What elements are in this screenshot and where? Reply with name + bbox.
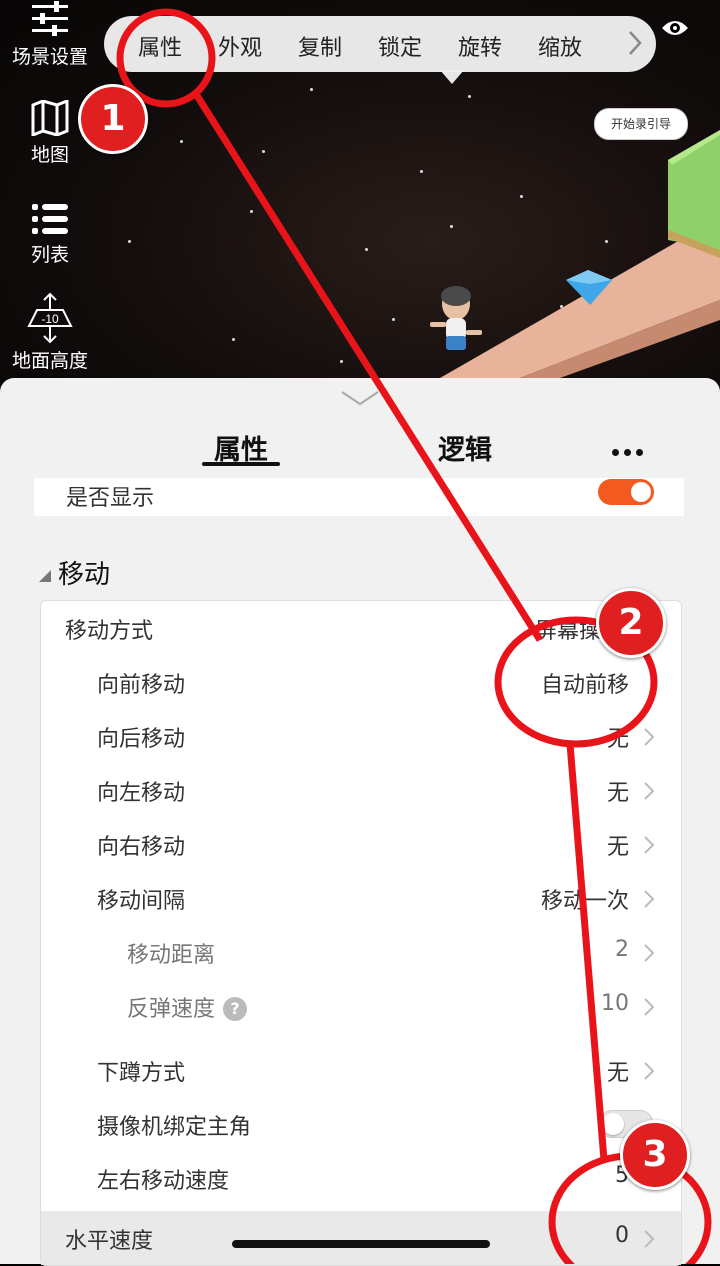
row-right[interactable]: 向右移动 无 xyxy=(41,817,681,871)
row-forward[interactable]: 向前移动 自动前移 xyxy=(41,655,681,709)
tab-appearance[interactable]: 外观 xyxy=(218,30,262,62)
row-label: 下蹲方式 xyxy=(97,1061,186,1086)
chevron-right-icon xyxy=(644,782,655,800)
row-value: 移动一次 xyxy=(540,889,629,914)
row-value: 10 xyxy=(601,991,629,1016)
row-label-text: 反弹速度 xyxy=(127,997,216,1022)
annotation-badge-3: 3 xyxy=(620,1120,690,1190)
row-value: 自动前移 xyxy=(540,673,629,698)
section-move-title[interactable]: 移动 xyxy=(38,554,110,591)
ground-height-icon: -10 xyxy=(27,292,73,344)
eye-icon[interactable] xyxy=(660,16,690,40)
chevron-down-icon[interactable] xyxy=(340,388,380,408)
tab-underline xyxy=(202,462,280,466)
visible-toggle[interactable] xyxy=(598,479,654,505)
object-toolbar: 属性 外观 复制 锁定 旋转 缩放 xyxy=(104,16,656,84)
row-label: 移动距离 xyxy=(127,943,216,968)
tab-lock[interactable]: 锁定 xyxy=(378,30,422,62)
sliders-icon xyxy=(32,1,68,36)
section-move-label: 移动 xyxy=(58,560,111,590)
row-label: 向左移动 xyxy=(97,781,186,806)
row-horizontal-speed[interactable]: 水平速度 0 xyxy=(41,1211,681,1265)
chevron-right-icon xyxy=(644,1230,655,1248)
visible-row-label: 是否显示 xyxy=(66,486,155,511)
scene-settings-button[interactable]: 场景设置 xyxy=(0,0,100,69)
home-indicator[interactable] xyxy=(232,1240,490,1248)
chevron-right-icon xyxy=(644,728,655,746)
chevron-right-icon[interactable] xyxy=(628,30,642,56)
tab-copy[interactable]: 复制 xyxy=(298,30,342,62)
chevron-right-icon xyxy=(644,998,655,1016)
row-bounce-speed[interactable]: 反弹速度? 10 xyxy=(41,979,681,1033)
row-backward[interactable]: 向后移动 无 xyxy=(41,709,681,763)
tab-rotate[interactable]: 旋转 xyxy=(458,30,502,62)
map-label: 地图 xyxy=(30,144,69,166)
row-value: 无 xyxy=(606,1061,629,1086)
row-label: 移动间隔 xyxy=(97,889,186,914)
row-label: 左右移动速度 xyxy=(97,1169,230,1194)
tab-scale[interactable]: 缩放 xyxy=(538,30,582,62)
annotation-badge-1: 1 xyxy=(78,84,148,154)
row-camera-bind: 摄像机绑定主角 xyxy=(41,1097,681,1151)
row-value: 无 xyxy=(606,835,629,860)
row-value: 无 xyxy=(606,727,629,752)
row-label: 向右移动 xyxy=(97,835,186,860)
row-label: 反弹速度? xyxy=(127,991,248,1023)
scene-settings-label: 场景设置 xyxy=(11,46,88,68)
row-label: 摄像机绑定主角 xyxy=(97,1115,252,1140)
chevron-right-icon xyxy=(644,944,655,962)
row-value: 2 xyxy=(615,937,629,962)
row-move-mode[interactable]: 移动方式 屏幕操 xyxy=(41,601,681,655)
move-settings-card: 移动方式 屏幕操 向前移动 自动前移 向后移动 无 向左移动 无 向右移动 无 … xyxy=(40,600,682,1266)
map-icon xyxy=(31,100,69,136)
chevron-right-icon xyxy=(644,890,655,908)
row-value: 无 xyxy=(606,781,629,806)
collapse-triangle-icon xyxy=(39,569,51,582)
toolbar-pointer xyxy=(440,70,464,84)
row-label: 向前移动 xyxy=(97,673,186,698)
row-left[interactable]: 向左移动 无 xyxy=(41,763,681,817)
record-guide-button[interactable]: 开始录引导 xyxy=(594,108,688,140)
help-icon[interactable]: ? xyxy=(223,997,248,1021)
tab-panel-logic[interactable]: 逻辑 xyxy=(438,428,492,467)
property-panel: 属性 逻辑 是否显示 移动 移动方式 屏幕操 向前移动 自动前移 向后移动 无 … xyxy=(0,378,720,1266)
visible-row: 是否显示 xyxy=(34,478,684,516)
list-label: 列表 xyxy=(30,244,69,266)
row-label: 水平速度 xyxy=(65,1229,154,1254)
list-button[interactable]: 列表 xyxy=(0,202,100,267)
ground-height-label: 地面高度 xyxy=(11,350,88,372)
tab-properties[interactable]: 属性 xyxy=(138,30,182,62)
row-move-distance[interactable]: 移动距离 2 xyxy=(41,925,681,979)
ground-height-button[interactable]: -10 地面高度 xyxy=(0,292,100,373)
row-side-speed[interactable]: 左右移动速度 5 xyxy=(41,1151,681,1205)
row-crouch[interactable]: 下蹲方式 无 xyxy=(41,1043,681,1097)
annotation-badge-2: 2 xyxy=(596,588,666,658)
row-label: 移动方式 xyxy=(65,619,154,644)
ground-height-value: -10 xyxy=(41,312,59,326)
row-value: 0 xyxy=(615,1223,629,1248)
chevron-right-icon xyxy=(644,836,655,854)
list-icon xyxy=(32,204,68,234)
chevron-right-icon xyxy=(644,1062,655,1080)
row-move-interval[interactable]: 移动间隔 移动一次 xyxy=(41,871,681,925)
row-label: 向后移动 xyxy=(97,727,186,752)
more-icon[interactable] xyxy=(612,441,648,460)
row-value: 屏幕操 xyxy=(534,619,601,644)
